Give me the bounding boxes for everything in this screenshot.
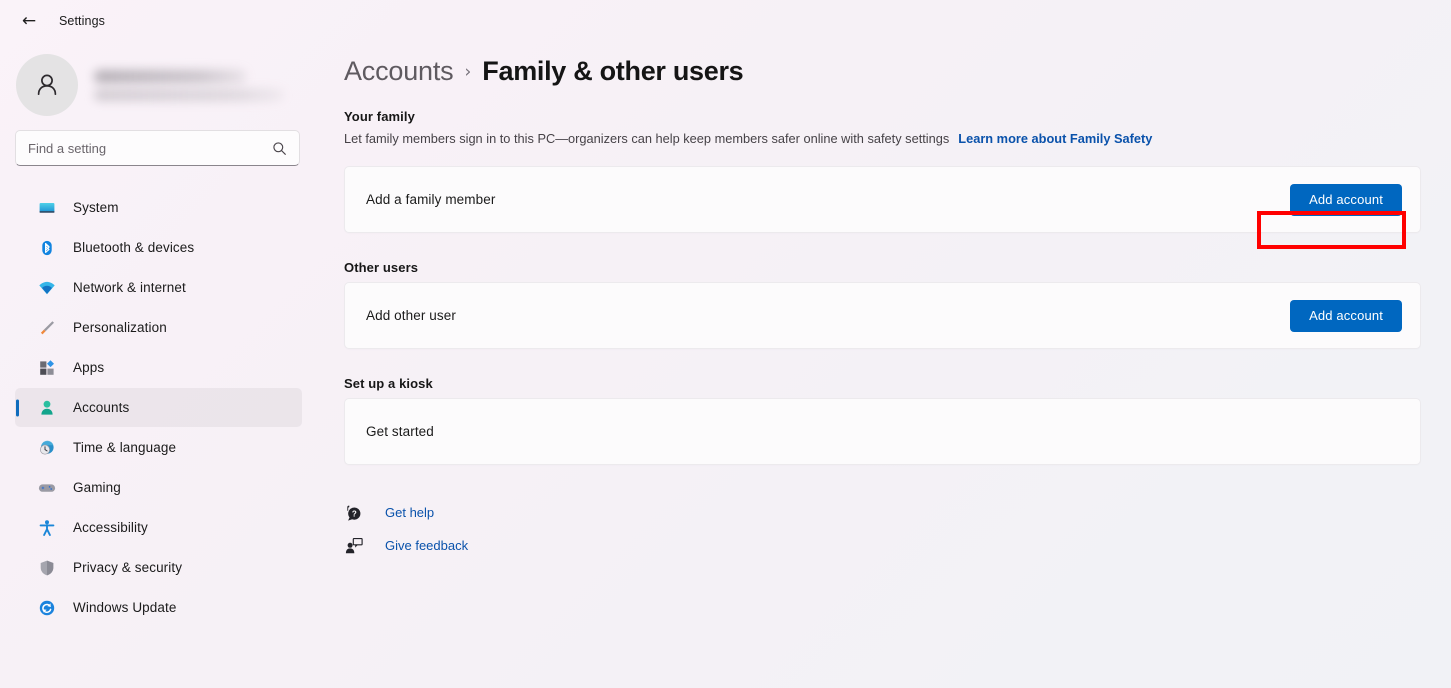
- sidebar-item-label: Bluetooth & devices: [73, 240, 195, 255]
- search-input[interactable]: [28, 140, 272, 156]
- update-refresh-icon: [37, 598, 57, 618]
- kiosk-get-started-row[interactable]: Get started: [344, 398, 1421, 465]
- get-help-link[interactable]: ? Get help: [344, 503, 434, 522]
- sidebar-item-label: Accounts: [73, 400, 130, 415]
- search-box[interactable]: [15, 130, 300, 166]
- bluetooth-icon: [37, 238, 57, 258]
- sidebar-item-bluetooth-devices[interactable]: Bluetooth & devices: [15, 228, 302, 267]
- profile-text: [94, 69, 284, 101]
- sidebar-item-label: Privacy & security: [73, 560, 183, 575]
- section-heading-your-family: Your family: [344, 109, 415, 124]
- sidebar-item-time-language[interactable]: Time & language: [15, 428, 302, 467]
- sidebar-item-apps[interactable]: Apps: [15, 348, 302, 387]
- section-heading-set-up-kiosk: Set up a kiosk: [344, 376, 433, 391]
- add-family-member-label: Add a family member: [366, 192, 496, 207]
- person-accounts-icon: [37, 398, 57, 418]
- sidebar-item-label: Network & internet: [73, 280, 186, 295]
- breadcrumb-parent-accounts[interactable]: Accounts: [344, 56, 454, 87]
- sidebar-item-label: Accessibility: [73, 520, 148, 535]
- chevron-right-icon: ›: [464, 61, 472, 82]
- page-title: Family & other users: [482, 56, 744, 86]
- family-description-text: Let family members sign in to this PC—or…: [344, 131, 950, 146]
- footer-links: ? Get help Give feedback: [344, 503, 1421, 555]
- add-other-user-label: Add other user: [366, 308, 456, 323]
- search-container: [15, 130, 302, 166]
- give-feedback-label: Give feedback: [385, 538, 469, 553]
- feedback-person-bubble-icon: [344, 536, 363, 555]
- sidebar-item-personalization[interactable]: Personalization: [15, 308, 302, 347]
- sidebar-item-network-internet[interactable]: Network & internet: [15, 268, 302, 307]
- wifi-icon: [37, 278, 57, 298]
- search-icon: [272, 141, 287, 156]
- breadcrumb: Accounts › Family & other users: [344, 56, 1421, 87]
- svg-text:?: ?: [351, 509, 356, 518]
- account-name-redacted: [94, 69, 246, 83]
- get-help-label: Get help: [385, 505, 435, 520]
- sidebar-item-label: Personalization: [73, 320, 167, 335]
- sidebar-item-label: Apps: [73, 360, 105, 375]
- add-account-family-button[interactable]: Add account: [1290, 183, 1402, 216]
- sidebar: System Bluetooth & devices: [0, 42, 320, 688]
- apps-grid-icon: [37, 358, 57, 378]
- account-email-redacted: [94, 88, 284, 101]
- globe-clock-icon: [37, 438, 57, 458]
- sidebar-item-privacy-security[interactable]: Privacy & security: [15, 548, 302, 587]
- sidebar-item-system[interactable]: System: [15, 188, 302, 227]
- game-controller-icon: [37, 478, 57, 498]
- sidebar-item-label: Gaming: [73, 480, 121, 495]
- sidebar-item-gaming[interactable]: Gaming: [15, 468, 302, 507]
- shield-icon: [37, 558, 57, 578]
- person-avatar-icon: [37, 74, 57, 96]
- app-title: Settings: [59, 14, 105, 28]
- title-bar: ← Settings: [0, 0, 1451, 42]
- sidebar-item-accessibility[interactable]: Accessibility: [15, 508, 302, 547]
- kiosk-get-started-label: Get started: [366, 424, 434, 439]
- sidebar-item-windows-update[interactable]: Windows Update: [15, 588, 302, 627]
- accessibility-icon: [37, 518, 57, 538]
- add-account-other-user-button[interactable]: Add account: [1290, 299, 1402, 332]
- monitor-icon: [37, 198, 57, 218]
- sidebar-item-accounts[interactable]: Accounts: [15, 388, 302, 427]
- add-other-user-row[interactable]: Add other user Add account: [344, 282, 1421, 349]
- back-button[interactable]: ←: [12, 6, 46, 36]
- back-arrow-icon: ←: [21, 10, 37, 31]
- app-shell: System Bluetooth & devices: [0, 42, 1451, 688]
- user-profile[interactable]: [15, 54, 302, 116]
- sidebar-item-label: System: [73, 200, 119, 215]
- main-content: Accounts › Family & other users Your fam…: [320, 42, 1451, 688]
- sidebar-item-label: Windows Update: [73, 600, 177, 615]
- add-family-member-row[interactable]: Add a family member Add account: [344, 166, 1421, 233]
- section-heading-other-users: Other users: [344, 260, 419, 275]
- sidebar-item-label: Time & language: [73, 440, 177, 455]
- sidebar-nav: System Bluetooth & devices Network & int…: [15, 188, 302, 627]
- help-question-bubble-icon: ?: [344, 503, 363, 522]
- paintbrush-icon: [37, 318, 57, 338]
- section-description-your-family: Let family members sign in to this PC—or…: [344, 131, 1421, 146]
- avatar: [16, 54, 78, 116]
- learn-more-family-safety-link[interactable]: Learn more about Family Safety: [958, 131, 1152, 146]
- give-feedback-link[interactable]: Give feedback: [344, 536, 468, 555]
